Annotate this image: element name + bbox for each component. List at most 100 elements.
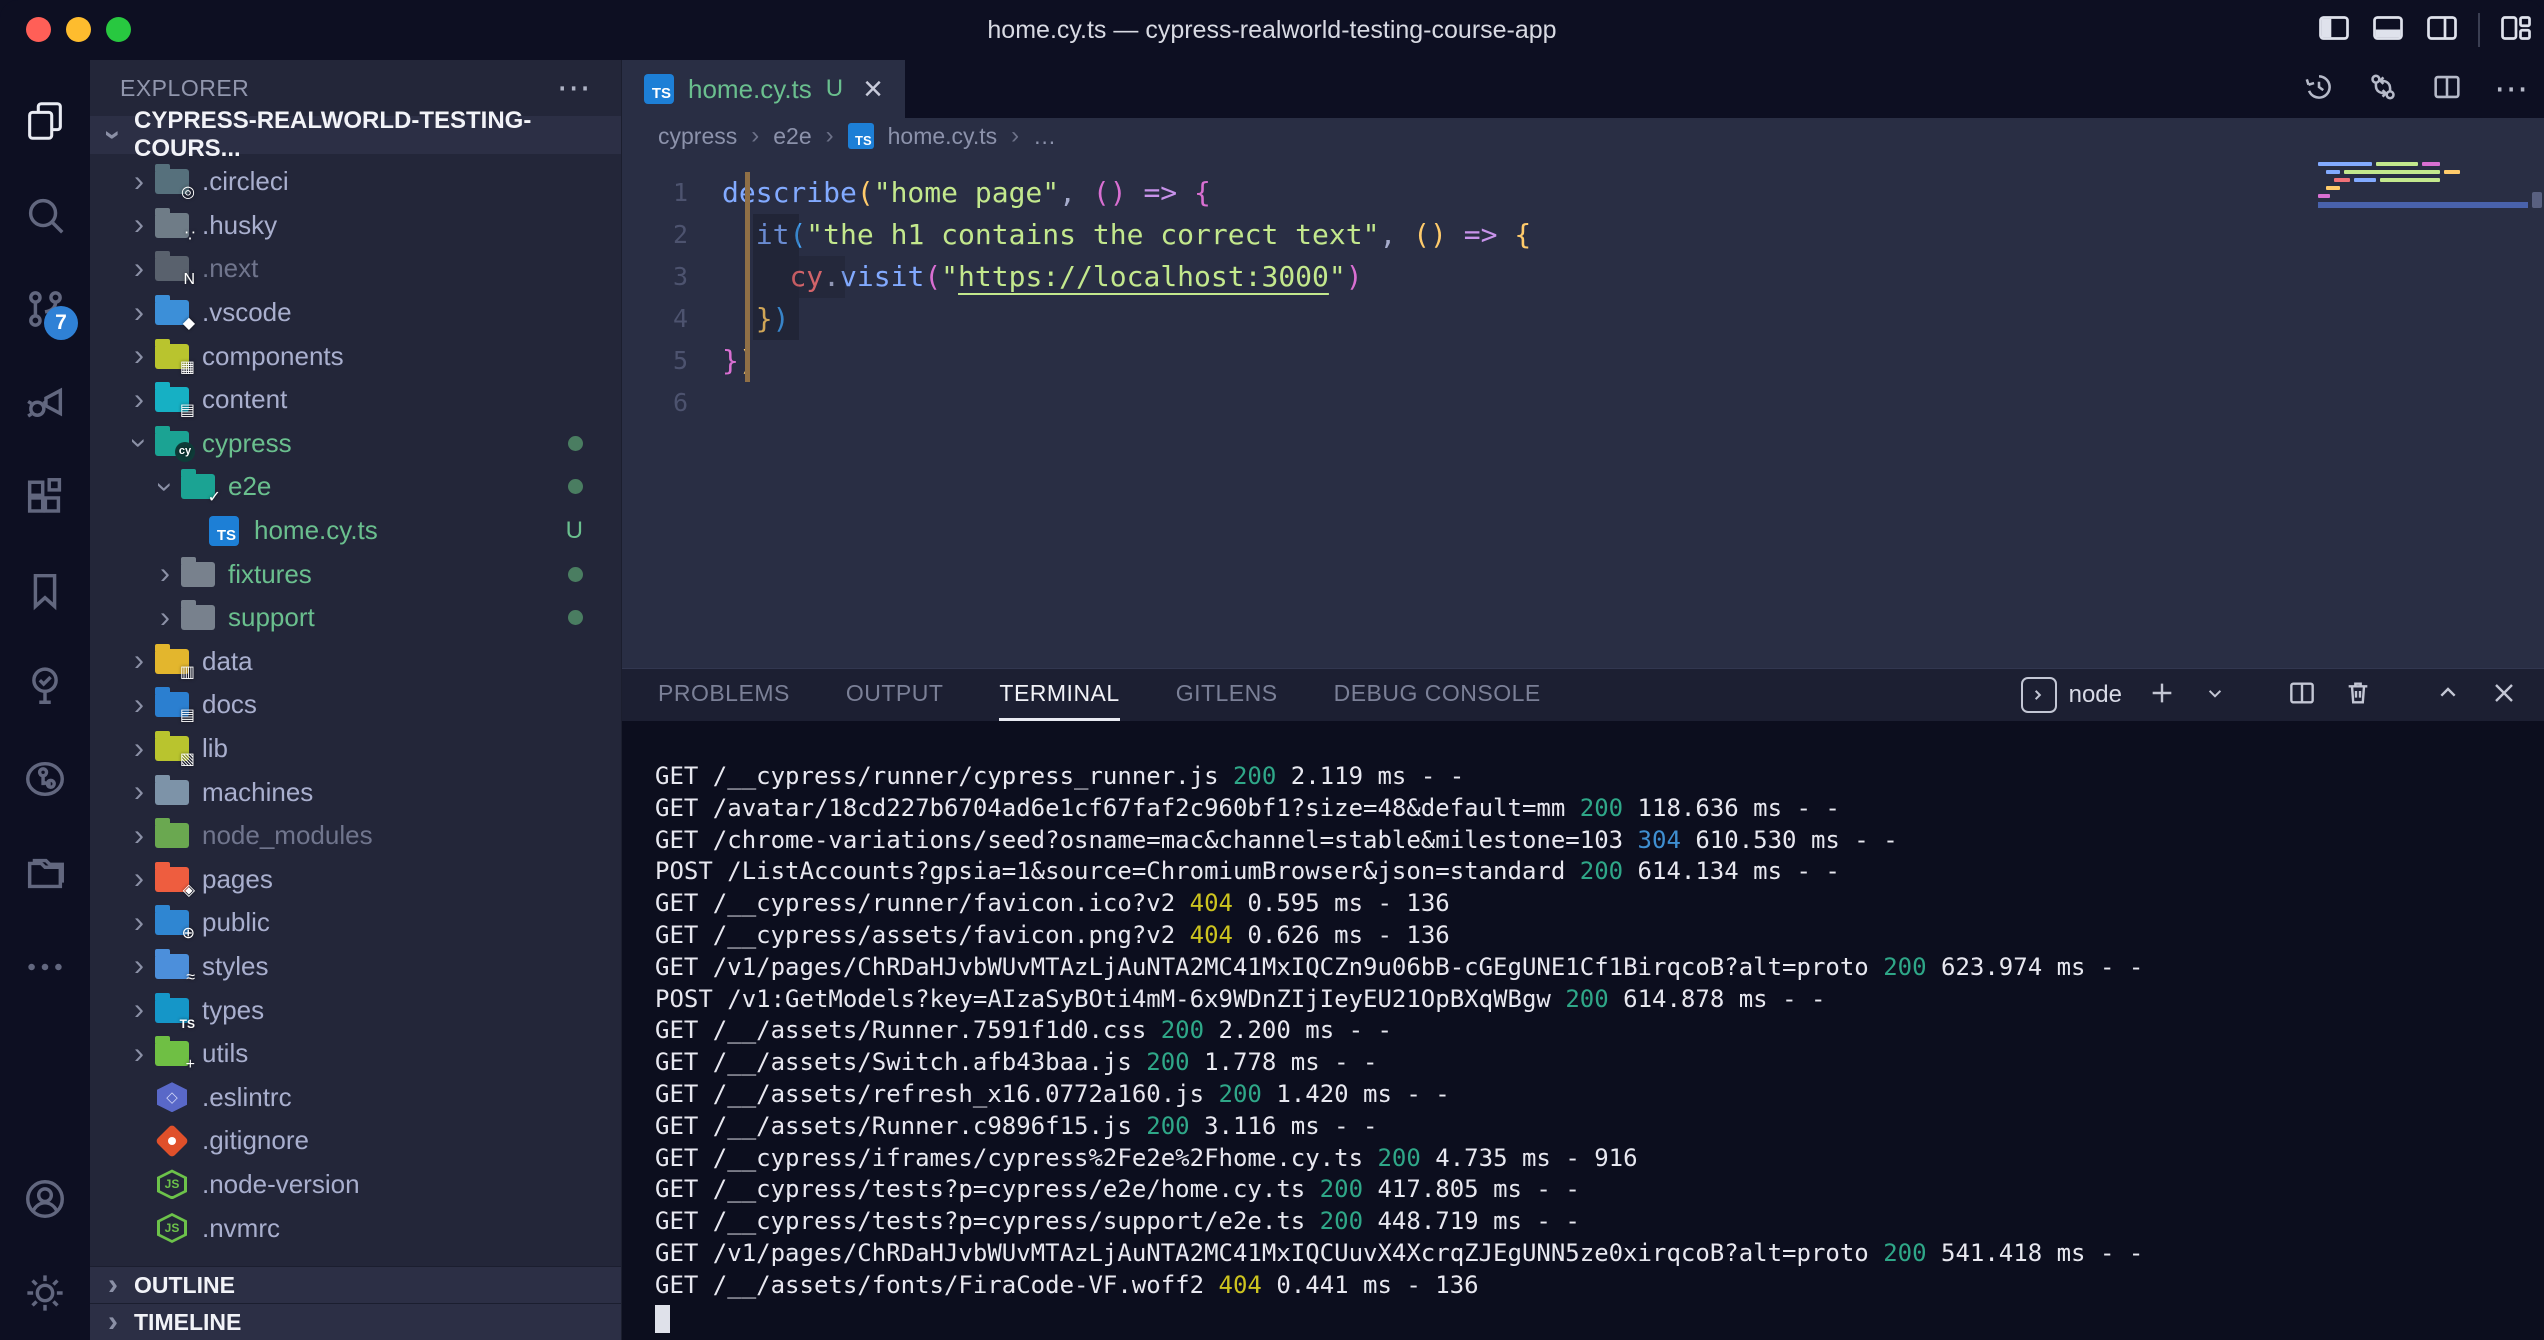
timeline-label: TIMELINE <box>134 1309 241 1336</box>
account-icon[interactable] <box>0 1152 90 1246</box>
search-icon[interactable] <box>0 168 90 262</box>
customize-layout-icon[interactable] <box>2498 10 2534 51</box>
tree-item-types[interactable]: ›TStypes <box>90 988 621 1032</box>
terminal-output[interactable]: GET /__cypress/runner/cypress_runner.js … <box>622 721 2544 1340</box>
bookmarks-icon[interactable] <box>0 544 90 638</box>
tree-item-machines[interactable]: ›machines <box>90 770 621 814</box>
breadcrumb-item[interactable]: e2e <box>773 123 811 150</box>
gitlens-icon[interactable] <box>0 732 90 826</box>
tree-item-utils[interactable]: ›+utils <box>90 1032 621 1076</box>
split-editor-icon[interactable] <box>2430 70 2464 109</box>
breadcrumb[interactable]: cypress›e2e›TShome.cy.ts›… <box>622 118 2544 154</box>
close-tab-icon[interactable]: × <box>863 72 883 106</box>
run-debug-icon[interactable] <box>0 356 90 450</box>
settings-gear-icon[interactable] <box>0 1246 90 1340</box>
explorer-more-icon[interactable]: ⋯ <box>557 78 592 98</box>
tree-item-label: .node-version <box>202 1169 360 1200</box>
line-number: 3 <box>622 256 722 298</box>
editor-more-actions-icon[interactable]: ⋯ <box>2494 69 2528 109</box>
toggle-panel-icon[interactable] <box>2370 10 2406 51</box>
tree-item-docs[interactable]: ›▤docs <box>90 683 621 727</box>
minimap-slider[interactable] <box>2318 202 2528 208</box>
breadcrumb-item[interactable]: … <box>1033 123 1056 150</box>
tree-item-components[interactable]: ›▦components <box>90 334 621 378</box>
scrollbar-thumb[interactable] <box>2532 192 2542 208</box>
more-views-icon[interactable] <box>0 920 90 1014</box>
line-number: 5 <box>622 340 722 382</box>
kill-terminal-icon[interactable] <box>2342 677 2374 714</box>
tree-item-e2e[interactable]: ›✓e2e <box>90 465 621 509</box>
panel-tab-debug-console[interactable]: DEBUG CONSOLE <box>1334 669 1541 721</box>
project-manager-icon[interactable] <box>0 826 90 920</box>
tree-item-public[interactable]: ›⊕public <box>90 901 621 945</box>
tree-item-label: types <box>202 995 264 1026</box>
tree-item-pages[interactable]: ›◈pages <box>90 858 621 902</box>
tree-item-.node-version[interactable]: JS.node-version <box>90 1163 621 1207</box>
folder-icon: ✓ <box>178 470 218 504</box>
tree-item-node_modules[interactable]: ›node_modules <box>90 814 621 858</box>
maximize-panel-icon[interactable] <box>2432 677 2464 714</box>
code-lines: 1describe("home page", () => {2 it("the … <box>622 172 2544 424</box>
tree-item-content[interactable]: ›▤content <box>90 378 621 422</box>
tree-item-.gitignore[interactable]: .gitignore <box>90 1119 621 1163</box>
git-modified-gutter <box>745 172 750 382</box>
close-window-button[interactable] <box>26 17 51 42</box>
terminal-line: GET /__/assets/Switch.afb43baa.js 200 1.… <box>655 1047 2544 1079</box>
git-compare-icon[interactable] <box>2366 70 2400 109</box>
explorer-icon[interactable] <box>0 74 90 168</box>
minimize-window-button[interactable] <box>66 17 91 42</box>
close-panel-icon[interactable] <box>2488 677 2520 714</box>
tree-item-fixtures[interactable]: ›fixtures <box>90 552 621 596</box>
panel-tab-output[interactable]: OUTPUT <box>846 669 944 721</box>
testing-tree-icon[interactable] <box>0 638 90 732</box>
tree-item-label: pages <box>202 864 273 895</box>
tree-item-label: support <box>228 602 315 633</box>
tree-item-lib[interactable]: ›▧lib <box>90 727 621 771</box>
tab-home-cy-ts[interactable]: TS home.cy.ts U × <box>622 60 905 118</box>
tree-item-cypress[interactable]: ›cycypress <box>90 422 621 466</box>
toggle-sidebar-icon[interactable] <box>2316 10 2352 51</box>
tree-item-.nvmrc[interactable]: JS.nvmrc <box>90 1206 621 1250</box>
split-terminal-icon[interactable] <box>2286 677 2318 714</box>
outline-section-header[interactable]: › OUTLINE <box>90 1266 621 1303</box>
tree-item-.husky[interactable]: ›∵.husky <box>90 204 621 248</box>
panel-tab-problems[interactable]: PROBLEMS <box>658 669 790 721</box>
local-history-icon[interactable] <box>2302 70 2336 109</box>
line-number: 4 <box>622 298 722 340</box>
tree-item-label: docs <box>202 689 257 720</box>
tree-item-styles[interactable]: ›≈styles <box>90 945 621 989</box>
code-line: 5}) <box>622 340 2544 382</box>
breadcrumb-item[interactable]: cypress <box>658 123 737 150</box>
minimap[interactable] <box>2318 162 2528 208</box>
tree-item-support[interactable]: ›support <box>90 596 621 640</box>
code-editor[interactable]: 1describe("home page", () => {2 it("the … <box>622 154 2544 668</box>
panel-tab-gitlens[interactable]: GITLENS <box>1176 669 1278 721</box>
tree-item-.circleci[interactable]: ›◎.circleci <box>90 160 621 204</box>
panel-tab-terminal[interactable]: TERMINAL <box>999 669 1119 721</box>
terminal-line: POST /ListAccounts?gpsia=1&source=Chromi… <box>655 856 2544 888</box>
tree-item-home.cy.ts[interactable]: TShome.cy.tsU <box>90 509 621 553</box>
source-control-icon[interactable]: 7 <box>0 262 90 356</box>
extensions-icon[interactable] <box>0 450 90 544</box>
bottom-panel: PROBLEMS OUTPUT TERMINAL GITLENS DEBUG CONSO… <box>622 668 2544 1340</box>
tree-item-.next[interactable]: ›N.next <box>90 247 621 291</box>
new-terminal-icon[interactable] <box>2146 677 2178 714</box>
breadcrumb-item[interactable]: home.cy.ts <box>888 123 998 150</box>
project-root-header[interactable]: › CYPRESS-REALWORLD-TESTING-COURS... <box>90 116 621 154</box>
tree-item-.eslintrc[interactable]: ◇.eslintrc <box>90 1075 621 1119</box>
toggle-secondary-sidebar-icon[interactable] <box>2424 10 2460 51</box>
terminal-line: GET /__cypress/iframes/cypress%2Fe2e%2Fh… <box>655 1143 2544 1175</box>
tree-item-data[interactable]: ›▥data <box>90 640 621 684</box>
terminal-shell-label: node <box>2069 681 2122 709</box>
timeline-section-header[interactable]: › TIMELINE <box>90 1303 621 1340</box>
window-controls <box>26 17 131 42</box>
terminal-dropdown-icon[interactable] <box>2202 680 2228 711</box>
chevron-right-icon: › <box>126 341 152 371</box>
terminal-line: GET /__cypress/tests?p=cypress/e2e/home.… <box>655 1174 2544 1206</box>
folder-icon: ▥ <box>152 644 192 678</box>
tree-item-label: .circleci <box>202 166 289 197</box>
folder-icon: N <box>152 252 192 286</box>
panel-tabs: PROBLEMS OUTPUT TERMINAL GITLENS DEBUG CONSO… <box>658 669 1597 721</box>
tree-item-.vscode[interactable]: ›◆.vscode <box>90 291 621 335</box>
zoom-window-button[interactable] <box>106 17 131 42</box>
